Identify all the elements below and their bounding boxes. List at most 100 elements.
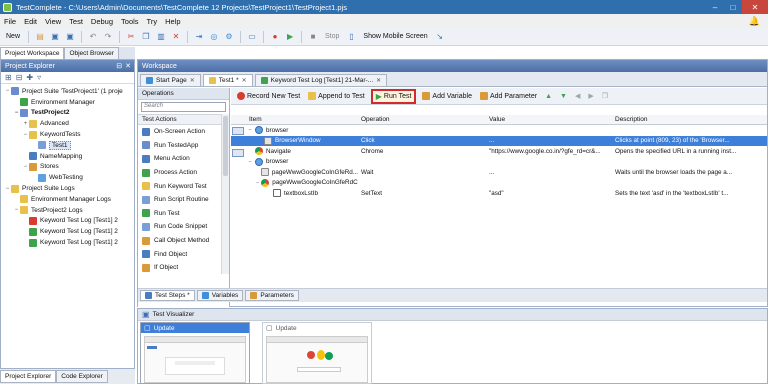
operations-scrollbar[interactable] (221, 114, 229, 274)
document-tab[interactable]: Keyword Test Log [Test1] 21-Mar-... ✕ (254, 74, 388, 86)
delete-icon[interactable]: ✕ (170, 30, 182, 43)
tree-node[interactable]: NameMapping (1, 151, 134, 162)
column-value[interactable]: Value (486, 115, 612, 124)
cell-value[interactable]: ... (486, 137, 612, 144)
tree-node[interactable]: − Project Suite 'TestProject1' (1 proje (1, 86, 134, 97)
add-variable-button[interactable]: Add Variable (420, 90, 474, 103)
mobile-screen-icon[interactable]: ▯ (345, 30, 357, 43)
operation-item[interactable]: If Object (138, 261, 229, 275)
filter-icon[interactable]: ▿ (37, 73, 41, 82)
document-tab[interactable]: Start Page ✕ (140, 74, 201, 86)
append-to-test-button[interactable]: Append to Test (306, 90, 367, 103)
new-button[interactable]: New (3, 30, 23, 43)
menu-file[interactable]: File (4, 17, 16, 26)
test-step-row[interactable]: textboxLstIb SetText "asd" Sets the text 'a… (231, 188, 767, 199)
tree-node[interactable]: − TestProject2 (1, 108, 134, 119)
step-marker-icon[interactable] (232, 127, 244, 135)
tab-object-browser[interactable]: Object Browser (64, 47, 119, 59)
settings-icon[interactable]: ⚙ (223, 30, 235, 43)
operation-item[interactable]: Run Code Snippet (138, 220, 229, 234)
cell-operation[interactable]: Chrome (358, 148, 486, 155)
operation-item[interactable]: Menu Action (138, 152, 229, 166)
tree-node[interactable]: + Advanced (1, 118, 134, 129)
stop-icon[interactable]: ■ (307, 30, 319, 43)
bell-icon[interactable]: 🔔 (749, 16, 760, 27)
copy-step-icon[interactable]: ❐ (600, 90, 610, 103)
cell-description[interactable]: Sets the text 'asd' in the 'textboxLstIb… (612, 190, 767, 197)
expand-toggle-icon[interactable]: − (247, 127, 253, 133)
operation-item[interactable]: Find Object (138, 247, 229, 261)
show-mobile-screen-button[interactable]: Show Mobile Screen (360, 30, 430, 43)
tree-node[interactable]: − Project Suite Logs (1, 183, 134, 194)
add-parameter-button[interactable]: Add Parameter (478, 90, 539, 103)
column-description[interactable]: Description (612, 115, 767, 124)
menu-test[interactable]: Test (69, 17, 83, 26)
cut-icon[interactable]: ✂ (125, 30, 137, 43)
cell-item[interactable]: Navigate (231, 147, 358, 156)
menu-edit[interactable]: Edit (24, 17, 37, 26)
cell-value[interactable]: "asd" (486, 190, 612, 197)
undo-icon[interactable]: ↶ (87, 30, 99, 43)
expand-toggle-icon[interactable]: − (13, 207, 20, 213)
test-step-row[interactable]: − pageWwwGoogleCoInGfeRdCrEiPmtqwi (231, 178, 767, 189)
tab-close-icon[interactable]: ✕ (376, 77, 381, 84)
add-icon[interactable]: ✚ (26, 73, 33, 82)
menu-tools[interactable]: Tools (121, 17, 139, 26)
save-all-icon[interactable]: ▣ (64, 30, 76, 43)
paste-icon[interactable]: ▥ (155, 30, 167, 43)
tree-node[interactable]: − TestProject2 Logs (1, 205, 134, 216)
redo-icon[interactable]: ↷ (102, 30, 114, 43)
close-button[interactable]: ✕ (742, 0, 768, 14)
cell-operation[interactable]: Click (358, 137, 486, 144)
cell-description[interactable]: Clicks at point (809, 23) of the 'Browse… (612, 137, 767, 144)
window-icon[interactable]: ▭ (246, 30, 258, 43)
operations-search-input[interactable]: Search (141, 102, 226, 112)
maximize-button[interactable]: □ (724, 0, 742, 14)
move-up-icon[interactable]: ▲ (543, 90, 554, 103)
menu-debug[interactable]: Debug (91, 17, 113, 26)
operation-item[interactable]: Run Test (138, 207, 229, 221)
operation-item[interactable]: Call Object Method (138, 234, 229, 248)
run-icon[interactable]: ▶ (284, 30, 296, 43)
document-tab[interactable]: Test1 * ✕ (202, 74, 253, 86)
move-down-icon[interactable]: ▼ (558, 90, 569, 103)
cell-value[interactable]: ... (486, 169, 612, 176)
expand-toggle-icon[interactable]: − (4, 186, 11, 192)
editor-tab[interactable]: Test Steps * (140, 290, 195, 301)
tree-node[interactable]: Environment Manager Logs (1, 194, 134, 205)
indent-icon[interactable]: ⇥ (193, 30, 205, 43)
expand-toggle-icon[interactable]: − (22, 164, 29, 170)
tree-node[interactable]: Keyword Test Log [Test1] 2 (1, 226, 134, 237)
cell-item[interactable]: − browser (231, 126, 358, 135)
panel-close-icon[interactable]: ✕ (125, 62, 131, 70)
menu-view[interactable]: View (45, 17, 61, 26)
tree-node[interactable]: − KeywordTests (1, 129, 134, 140)
move-left-icon[interactable]: ◀ (573, 90, 582, 103)
test-step-row[interactable]: pageWwwGoogleCoInGfeRd... Wait... Waits un… (231, 167, 767, 178)
operation-item[interactable]: Process Action (138, 166, 229, 180)
cell-operation[interactable]: Wait (358, 169, 486, 176)
expand-toggle-icon[interactable]: − (247, 159, 253, 165)
expand-toggle-icon[interactable]: − (22, 132, 29, 138)
pointer-icon[interactable]: ↘ (434, 30, 446, 43)
cell-description[interactable]: Opens the specified URL in a running ins… (612, 148, 767, 155)
record-new-test-button[interactable]: Record New Test (235, 90, 302, 103)
tab-code-explorer[interactable]: Code Explorer (56, 370, 108, 383)
expand-toggle-icon[interactable]: + (22, 121, 29, 127)
tab-project-workspace[interactable]: Project Workspace (0, 47, 65, 59)
menu-try[interactable]: Try (147, 17, 158, 26)
record-icon[interactable]: ● (269, 30, 281, 43)
operation-item[interactable]: On-Screen Action (138, 125, 229, 139)
object-spy-icon[interactable]: ◎ (208, 30, 220, 43)
collapse-icon[interactable]: ⊟ (16, 73, 23, 82)
open-folder-icon[interactable]: ▤ (34, 30, 46, 43)
test-step-row[interactable]: − browser (231, 125, 767, 136)
tree-node[interactable]: Keyword Test Log [Test1] 2 (1, 237, 134, 248)
step-marker-icon[interactable] (232, 149, 244, 157)
stop-button[interactable]: Stop (322, 30, 342, 43)
cell-item[interactable]: pageWwwGoogleCoInGfeRd... (231, 168, 358, 177)
test-step-row[interactable]: Navigate Chrome "https://www.google.co.in/… (231, 146, 767, 157)
minimize-button[interactable]: – (706, 0, 724, 14)
menu-help[interactable]: Help (165, 17, 180, 26)
operation-item[interactable]: Run TestedApp (138, 139, 229, 153)
